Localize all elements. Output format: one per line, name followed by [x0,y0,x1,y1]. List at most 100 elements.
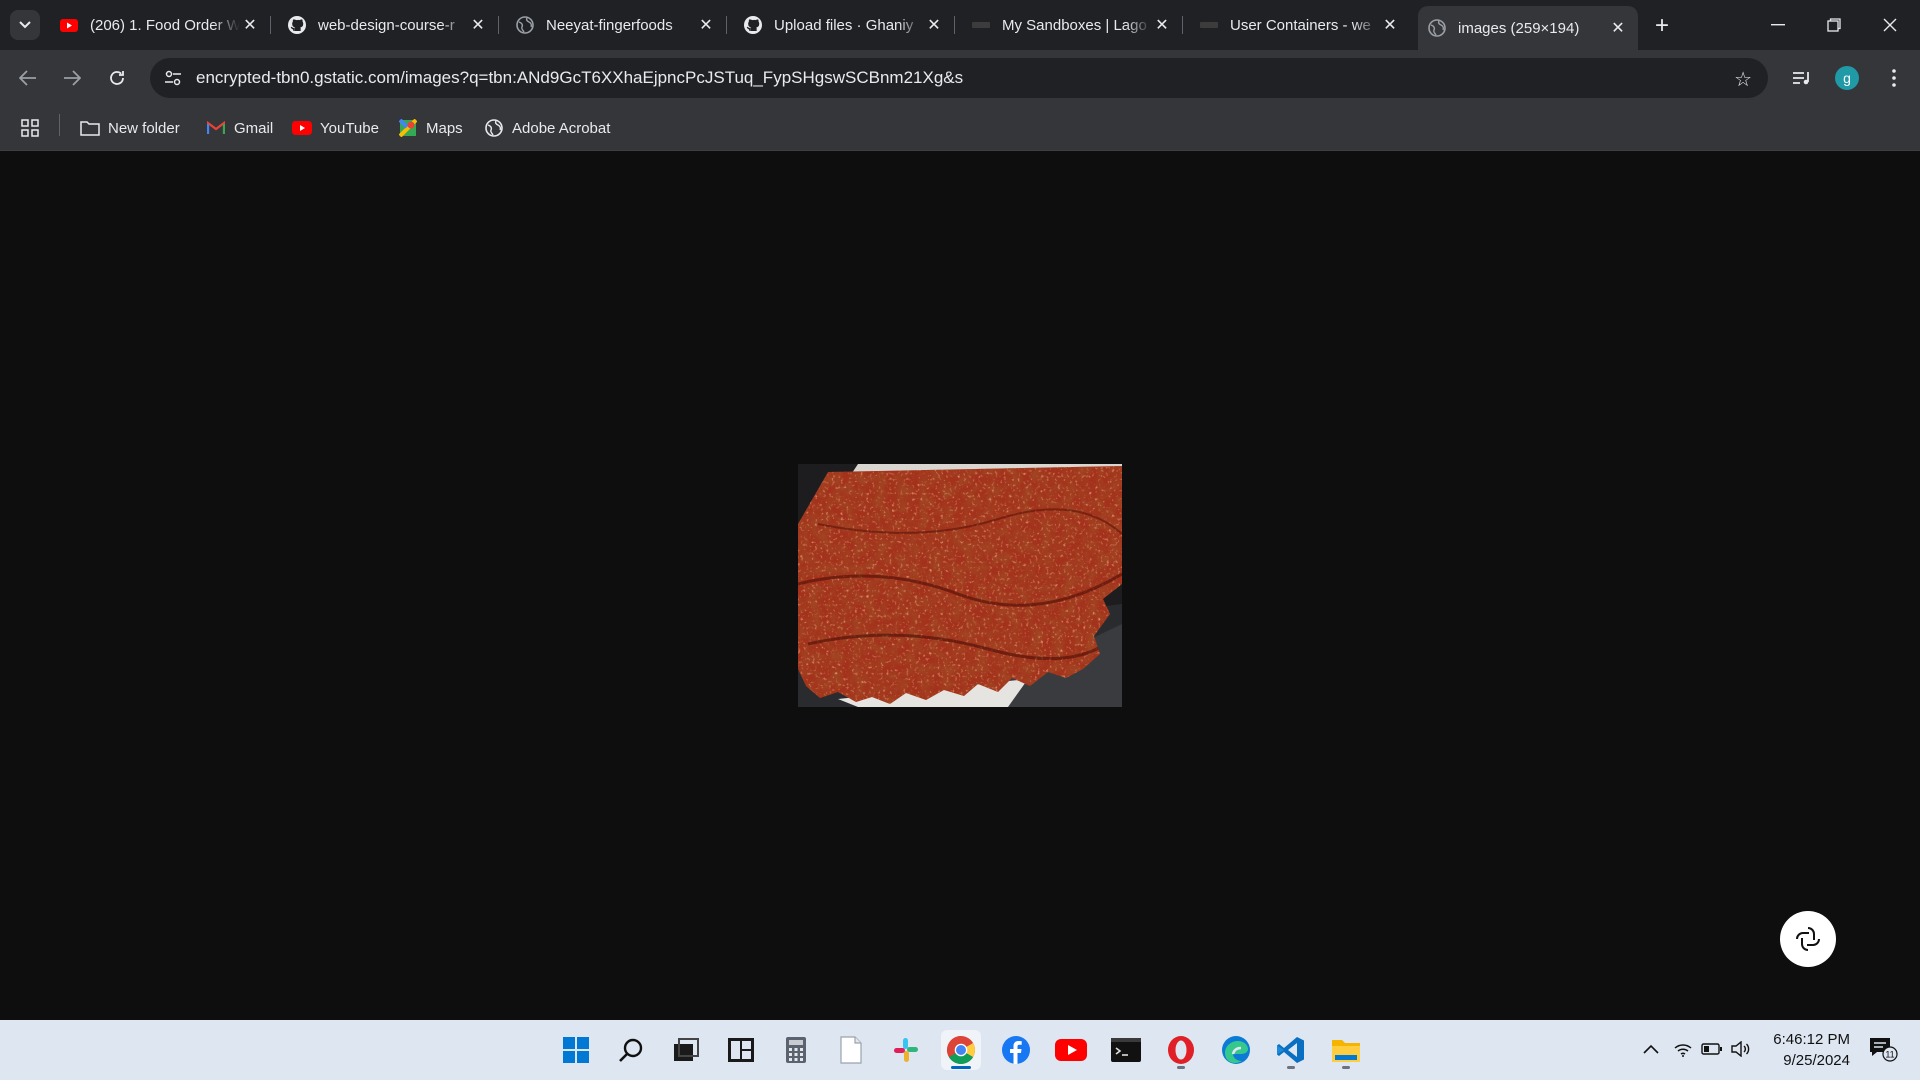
slack-icon [894,1038,918,1062]
bookmark-youtube[interactable]: YouTube [292,116,379,140]
widgets-icon [728,1038,754,1062]
github-icon [744,16,762,34]
file-explorer-icon [1332,1040,1360,1062]
restore-button[interactable] [1806,0,1862,50]
tab-lago-sandboxes[interactable]: My Sandboxes | Lago ✕ [962,6,1183,44]
opera-button[interactable] [1161,1030,1201,1070]
file-explorer-button[interactable] [1326,1030,1366,1070]
slack-button[interactable] [886,1030,926,1070]
close-window-button[interactable] [1862,0,1918,50]
tab-github-web-design[interactable]: web-design-course-r ✕ [278,6,499,44]
floating-assistant-button[interactable] [1780,911,1836,967]
windows-taskbar: 6:46:12 PM 9/25/2024 11 [0,1020,1920,1080]
edge-button[interactable] [1216,1030,1256,1070]
minimize-button[interactable] [1750,0,1806,50]
bookmarks-bar: New folder Gmail YouTube Maps Adobe Acro… [0,106,1920,151]
battery-button[interactable] [1701,1038,1723,1060]
youtube-app-button[interactable] [1051,1030,1091,1070]
youtube-icon [1055,1039,1087,1061]
site-info-icon[interactable] [158,63,188,93]
notifications-button[interactable]: 11 [1868,1038,1898,1062]
youtube-icon [60,16,78,34]
terminal-button[interactable] [1106,1030,1146,1070]
maps-icon [398,118,418,138]
globe-icon [516,16,534,34]
calculator-icon [786,1037,806,1063]
close-tab-icon[interactable]: ✕ [696,15,716,35]
search-icon [619,1038,643,1062]
avatar: g [1835,66,1859,90]
battery-icon [1701,1043,1722,1055]
taskbar-clock[interactable]: 6:46:12 PM 9/25/2024 [1760,1029,1850,1071]
vscode-icon [1277,1037,1304,1063]
terminal-icon [1111,1038,1141,1062]
close-tab-icon[interactable]: ✕ [1380,15,1400,35]
ai-assistant-icon [1796,927,1820,951]
arrow-right-icon [64,70,81,86]
task-view-button[interactable] [666,1030,706,1070]
tab-github-upload[interactable]: Upload files · Ghaniy ✕ [734,6,955,44]
browser-window: (206) 1. Food Order W ✕ web-design-cours… [0,0,1920,151]
forward-button[interactable] [56,62,88,94]
chevron-down-icon [19,21,31,29]
vscode-button[interactable] [1271,1030,1311,1070]
media-controls-button[interactable] [1786,62,1818,94]
network-button[interactable] [1672,1038,1694,1060]
close-tab-icon[interactable]: ✕ [1608,18,1628,38]
bookmark-new-folder[interactable]: New folder [80,116,180,140]
facebook-icon [1002,1036,1030,1064]
chrome-button[interactable] [941,1030,981,1070]
food-image[interactable] [798,464,1122,707]
volume-button[interactable] [1730,1038,1752,1060]
bookmark-maps[interactable]: Maps [398,116,463,140]
bookmark-gmail[interactable]: Gmail [206,116,273,140]
back-button[interactable] [12,62,44,94]
bookmarks-divider [59,114,60,136]
apps-grid-icon [21,119,39,137]
start-button[interactable] [556,1030,596,1070]
tab-lago-containers[interactable]: User Containers - we ✕ [1190,6,1410,44]
gmail-icon [206,118,226,138]
close-tab-icon[interactable]: ✕ [468,15,488,35]
folder-icon [80,118,100,138]
github-icon [288,16,306,34]
browser-toolbar: encrypted-tbn0.gstatic.com/images?q=tbn:… [0,50,1920,106]
address-bar[interactable]: encrypted-tbn0.gstatic.com/images?q=tbn:… [150,58,1768,98]
close-tab-icon[interactable]: ✕ [240,15,260,35]
minimize-icon [1771,24,1785,26]
opera-icon [1168,1036,1194,1064]
kebab-menu-icon [1892,69,1896,87]
menu-button[interactable] [1878,62,1910,94]
calculator-button[interactable] [776,1030,816,1070]
bookmark-adobe-acrobat[interactable]: Adobe Acrobat [484,116,610,140]
edge-icon [1222,1036,1250,1064]
bookmark-star-icon[interactable]: ☆ [1734,67,1752,92]
tab-youtube[interactable]: (206) 1. Food Order W ✕ [50,6,271,44]
url-text: encrypted-tbn0.gstatic.com/images?q=tbn:… [196,68,964,87]
lago-icon [1200,16,1218,34]
taskbar-search-button[interactable] [611,1030,651,1070]
playlist-icon [1793,72,1809,85]
facebook-button[interactable] [996,1030,1036,1070]
apps-button[interactable] [20,116,40,140]
profile-button[interactable]: g [1831,62,1863,94]
close-tab-icon[interactable]: ✕ [1152,15,1172,35]
reload-button[interactable] [101,62,133,94]
notification-count: 11 [1885,1050,1894,1060]
show-hidden-icons-button[interactable] [1640,1038,1662,1060]
tab-search-button[interactable] [10,10,40,40]
notification-icon: 11 [1870,1038,1898,1062]
tab-neeyat[interactable]: Neeyat-fingerfoods ✕ [506,6,727,44]
notepad-button[interactable] [831,1030,871,1070]
windows-start-icon [563,1037,589,1063]
lago-icon [972,16,990,34]
page-viewport [0,151,1920,1020]
tab-strip: (206) 1. Food Order W ✕ web-design-cours… [0,0,1920,50]
task-view-icon [674,1038,699,1061]
chrome-icon [947,1036,975,1064]
widgets-button[interactable] [721,1030,761,1070]
close-tab-icon[interactable]: ✕ [924,15,944,35]
tab-images-active[interactable]: images (259×194) ✕ [1418,6,1638,50]
new-tab-button[interactable]: + [1648,12,1676,40]
close-icon [1883,18,1897,32]
